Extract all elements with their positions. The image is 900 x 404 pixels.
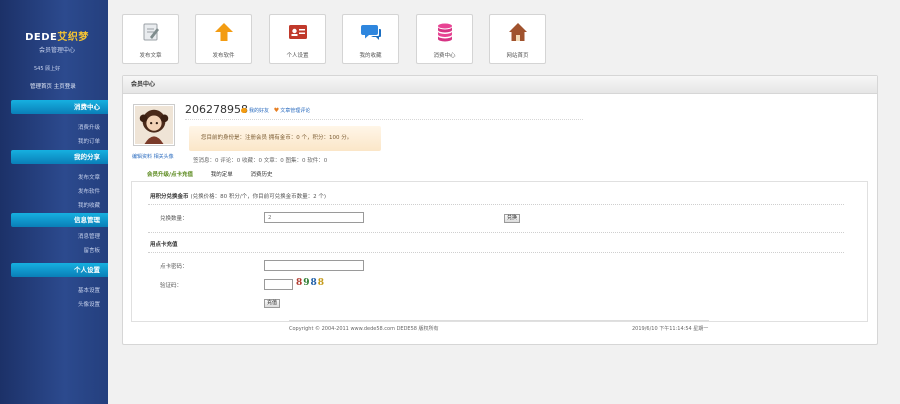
captcha-digit: 8 (317, 278, 326, 288)
heart-icon: ♥ (273, 107, 280, 114)
toolbar-label: 发布文章 (139, 53, 162, 59)
sidebar-item-upgrade[interactable]: 消费升级 (78, 123, 100, 131)
toolbar-personal-settings-button[interactable]: 个人设置 (269, 14, 326, 64)
panel-tabs: 会员升级/点卡充值 我的定单 消费历史 (147, 170, 289, 178)
toolbar-label: 消费中心 (433, 53, 456, 59)
exchange-form-box: 用积分兑换金币 (兑换价格：80 积分/个，你目前可兑换金币数量：2 个) 兑换… (131, 181, 868, 322)
sidebar-section-share[interactable]: 我的分享 (11, 150, 108, 164)
sidebar-section-settings[interactable]: 个人设置 (11, 263, 108, 277)
sidebar-item-favorites[interactable]: 我的收藏 (78, 201, 100, 209)
member-center-panel: 会员中心 编辑资料 相关头像 206278958 我的好友 ♥文章管理评论 您目… (122, 75, 878, 345)
logo-text: DEDE艾织梦 (25, 32, 89, 43)
copyright: Copyright © 2004-2011 www.dede58.com DED… (289, 326, 439, 332)
toolbar-consumption-button[interactable]: 消费中心 (416, 14, 473, 64)
toolbar-post-software-button[interactable]: 发布软件 (195, 14, 252, 64)
toolbar-label: 我的收藏 (359, 53, 382, 59)
avatar-image (135, 106, 173, 144)
toolbar-label: 个人设置 (286, 53, 309, 59)
username: 206278958 (185, 103, 248, 116)
tab-upgrade-recharge[interactable]: 会员升级/点卡充值 (147, 170, 193, 178)
divider (289, 320, 709, 321)
divider (148, 232, 844, 233)
document-pen-icon (143, 23, 159, 41)
friends-link[interactable]: 我的好友 (249, 108, 269, 114)
current-datetime: 2019/6/10 下午11:14:54 星期一 (632, 326, 709, 332)
card-password-input[interactable] (264, 260, 364, 271)
sidebar-section-consumption[interactable]: 消费中心 (11, 100, 108, 114)
sidebar-item-post-software[interactable]: 发布软件 (78, 187, 100, 195)
home-icon (508, 23, 527, 41)
toolbar-home-button[interactable]: 网站首页 (489, 14, 546, 64)
sidebar-section-messages[interactable]: 信息管理 (11, 213, 108, 227)
recharge-section-title: 用点卡充值 (150, 242, 178, 248)
captcha-label: 验证码： (160, 283, 183, 289)
divider (148, 204, 844, 205)
divider (148, 252, 844, 253)
profile-links: 我的好友 ♥文章管理评论 (241, 107, 310, 114)
captcha-image[interactable]: 8988 (296, 278, 325, 288)
tab-my-orders[interactable]: 我的定单 (211, 170, 233, 178)
friends-icon (241, 108, 247, 113)
sidebar-item-basic-settings[interactable]: 基本设置 (78, 286, 100, 294)
id-card-icon (288, 25, 307, 39)
logo-subtitle: 会员管理中心 (38, 47, 75, 54)
quick-links[interactable]: 管理首页 主页登录 (30, 82, 76, 90)
captcha-digit: 9 (303, 278, 311, 288)
exchange-section-title: 用积分兑换金币 (兑换价格：80 积分/个，你目前可兑换金币数量：2 个) (150, 194, 327, 200)
sidebar-item-message-manage[interactable]: 消息管理 (78, 232, 100, 240)
membership-status: 您目前的身份是：注册会员 拥有金币：0 个，积分：100 分。 (189, 126, 381, 151)
panel-title: 会员中心 (123, 76, 877, 94)
avatar-links[interactable]: 编辑资料 相关头像 (132, 153, 174, 160)
chat-bubble-icon (360, 25, 381, 40)
captcha-input[interactable] (264, 279, 293, 290)
card-password-label: 点卡密码： (160, 264, 188, 270)
captcha-digit: 8 (310, 278, 318, 288)
sidebar-item-avatar-settings[interactable]: 头像设置 (78, 300, 100, 308)
sidebar-item-guestbook[interactable]: 留言板 (83, 246, 100, 254)
divider (185, 119, 583, 120)
sidebar: DEDE艾织梦 会员管理中心 545 顾上好 管理首页 主页登录 消费中心 消费… (0, 0, 108, 404)
member-stats: 签消息：0 评论：0 收藏：0 文章：0 图集：0 软件：0 (193, 158, 328, 164)
user-greeting: 545 顾上好 (34, 66, 61, 72)
articles-link[interactable]: 文章管理评论 (280, 108, 310, 114)
logo: DEDE艾织梦 会员管理中心 (22, 28, 92, 54)
toolbar-post-article-button[interactable]: 发布文章 (122, 14, 179, 64)
upload-arrow-icon (214, 23, 233, 41)
avatar[interactable] (133, 104, 175, 146)
quantity-input[interactable] (264, 212, 364, 223)
quantity-label: 兑换数量： (160, 216, 188, 222)
toolbar-favorites-button[interactable]: 我的收藏 (342, 14, 399, 64)
toolbar-label: 发布软件 (212, 53, 235, 59)
tab-consumption-history[interactable]: 消费历史 (251, 170, 273, 178)
database-icon (437, 23, 452, 42)
toolbar-label: 网站首页 (506, 53, 529, 59)
exchange-button[interactable]: 兑换 (504, 214, 521, 223)
sidebar-item-post-article[interactable]: 发布文章 (78, 173, 100, 181)
recharge-button[interactable]: 充值 (264, 299, 281, 308)
sidebar-item-orders[interactable]: 我的订单 (78, 137, 100, 145)
